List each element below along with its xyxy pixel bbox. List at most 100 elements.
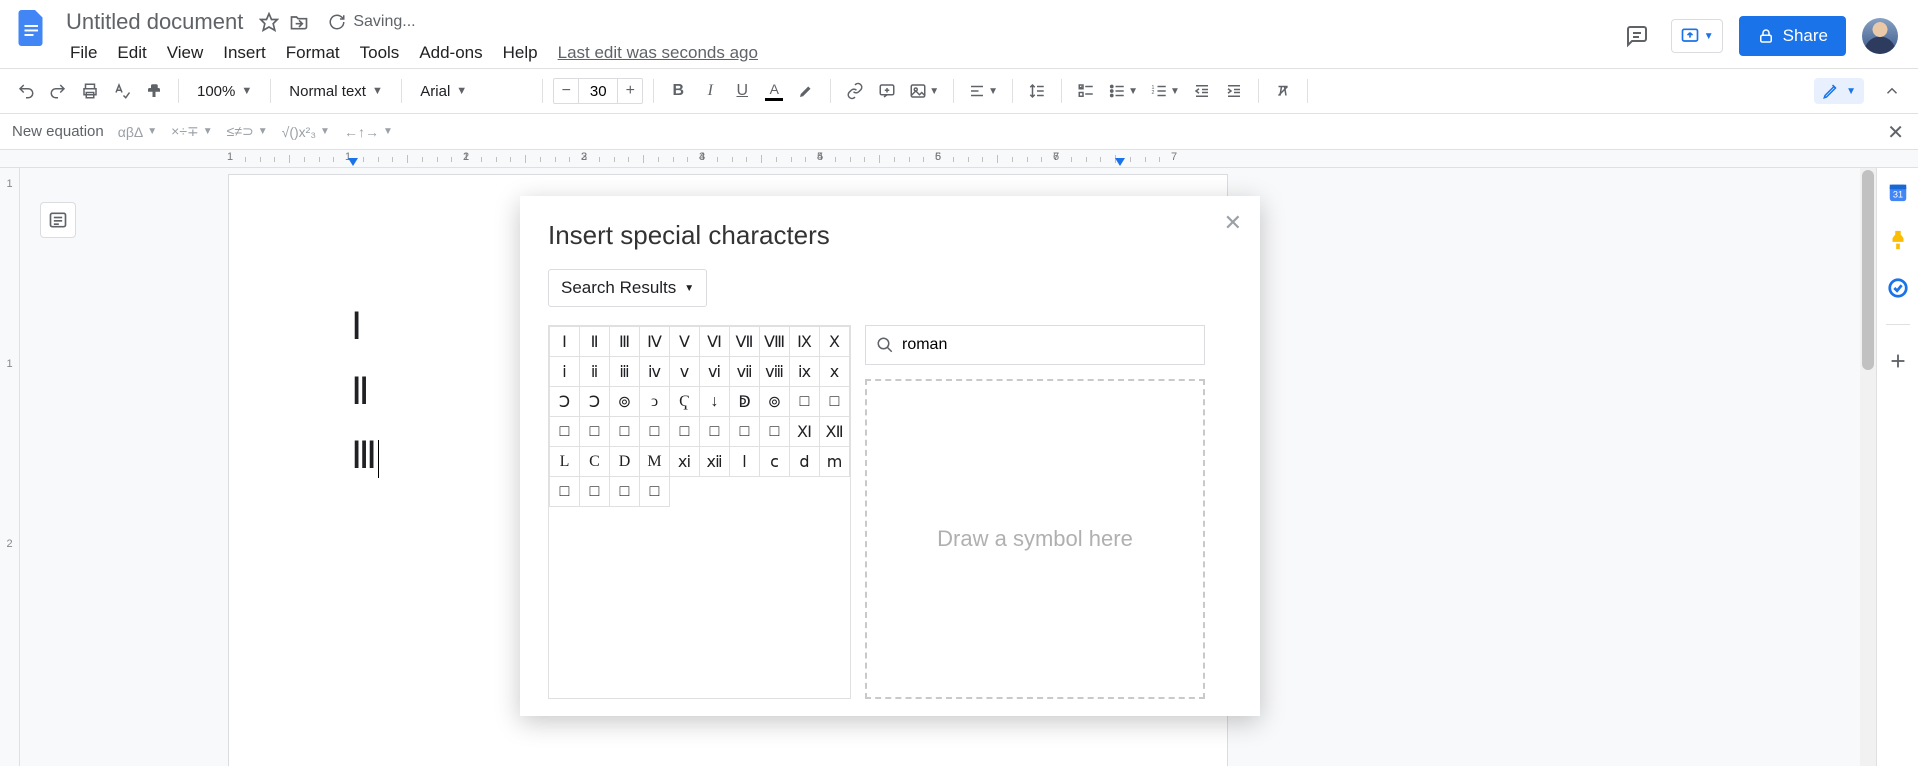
close-dialog-button[interactable]: ✕ [1224,210,1242,236]
keep-icon[interactable] [1886,228,1910,252]
character-cell[interactable]: ⅶ [730,357,760,387]
increase-font-button[interactable]: + [618,82,642,100]
character-cell[interactable]: □ [640,417,670,447]
link-button[interactable] [841,77,869,105]
style-select[interactable]: Normal text▼ [281,77,391,105]
character-cell[interactable]: □ [730,417,760,447]
character-cell[interactable]: ⅺ [670,447,700,477]
character-cell[interactable]: ⅰ [550,357,580,387]
vertical-scrollbar[interactable] [1860,168,1876,766]
character-cell[interactable]: Ⅹ [820,327,850,357]
paint-format-button[interactable] [140,77,168,105]
eq-relations-button[interactable]: ≤≠⊃▼ [227,123,268,140]
character-cell[interactable]: □ [580,417,610,447]
horizontal-ruler[interactable]: 123456711234567 [0,150,1918,168]
vertical-ruler[interactable]: 112 [0,168,20,766]
star-icon[interactable] [259,12,279,32]
text-color-button[interactable]: A [760,77,788,105]
character-cell[interactable]: □ [580,477,610,507]
menu-help[interactable]: Help [493,39,548,67]
character-cell[interactable]: ⅵ [700,357,730,387]
character-cell[interactable]: ⅹ [820,357,850,387]
character-cell[interactable]: Ⅺ [790,417,820,447]
add-icon[interactable] [1886,349,1910,373]
underline-button[interactable]: U [728,77,756,105]
move-icon[interactable] [289,12,309,32]
document-title[interactable]: Untitled document [60,7,249,37]
character-cell[interactable]: Ҁ [670,387,700,417]
character-cell[interactable]: Ⅴ [670,327,700,357]
decrease-indent-button[interactable] [1188,77,1216,105]
eq-math-button[interactable]: √()x²₃▼ [282,124,330,140]
character-cell[interactable]: □ [610,477,640,507]
character-cell[interactable]: ⅴ [670,357,700,387]
collapse-toolbar-button[interactable] [1878,77,1906,105]
character-cell[interactable]: ⅿ [820,447,850,477]
undo-button[interactable] [12,77,40,105]
character-cell[interactable]: Ↄ [580,387,610,417]
font-select[interactable]: Arial▼ [412,77,532,105]
character-cell[interactable]: Ⅸ [790,327,820,357]
comment-button[interactable] [873,77,901,105]
character-cell[interactable]: □ [640,477,670,507]
character-cell[interactable]: ⅸ [790,357,820,387]
draw-symbol-area[interactable]: Draw a symbol here [865,379,1205,699]
character-cell[interactable]: ↓ [700,387,730,417]
category-select[interactable]: Search Results ▼ [548,269,707,307]
character-cell[interactable]: □ [610,417,640,447]
character-cell[interactable]: Ⅷ [760,327,790,357]
character-cell[interactable]: M [640,447,670,477]
italic-button[interactable]: I [696,77,724,105]
align-button[interactable]: ▼ [964,77,1002,105]
menu-view[interactable]: View [157,39,214,67]
eq-arrows-button[interactable]: ←↑→▼ [344,124,393,140]
new-equation-button[interactable]: New equation [12,123,104,140]
checklist-button[interactable] [1072,77,1100,105]
character-cell[interactable]: Ⅲ [610,327,640,357]
character-cell[interactable]: □ [700,417,730,447]
character-cell[interactable]: □ [820,387,850,417]
account-avatar[interactable] [1862,18,1898,54]
share-button[interactable]: Share [1739,16,1846,56]
eq-operators-button[interactable]: ×÷∓▼ [171,123,213,140]
docs-logo[interactable] [10,6,54,50]
bold-button[interactable]: B [664,77,692,105]
menu-tools[interactable]: Tools [350,39,410,67]
character-cell[interactable]: ⅱ [580,357,610,387]
bulleted-list-button[interactable]: ▼ [1104,77,1142,105]
character-cell[interactable]: □ [550,417,580,447]
character-cell[interactable]: D [610,447,640,477]
character-cell[interactable]: □ [760,417,790,447]
character-cell[interactable]: L [550,447,580,477]
character-cell[interactable]: Ⅳ [640,327,670,357]
character-cell[interactable]: Ⅱ [580,327,610,357]
character-cell[interactable]: □ [790,387,820,417]
outline-toggle-button[interactable] [40,202,76,238]
increase-indent-button[interactable] [1220,77,1248,105]
character-cell[interactable]: ⅳ [640,357,670,387]
present-button[interactable]: ▼ [1671,19,1723,53]
menu-insert[interactable]: Insert [213,39,276,67]
zoom-select[interactable]: 100%▼ [189,77,260,105]
character-cell[interactable]: C [580,447,610,477]
tasks-icon[interactable] [1886,276,1910,300]
close-equation-bar-button[interactable]: ✕ [1887,120,1904,145]
clear-format-button[interactable] [1269,77,1297,105]
character-cell[interactable]: □ [550,477,580,507]
indent-marker[interactable] [348,158,358,166]
editing-mode-button[interactable]: ▼ [1814,78,1864,104]
character-cell[interactable]: Ⅶ [730,327,760,357]
comments-icon[interactable] [1619,18,1655,54]
numbered-list-button[interactable]: 12▼ [1146,77,1184,105]
character-cell[interactable]: ↄ [640,387,670,417]
image-button[interactable]: ▼ [905,77,943,105]
character-search-input[interactable] [902,336,1194,354]
font-size-input[interactable] [578,79,618,103]
highlight-button[interactable] [792,77,820,105]
eq-greek-button[interactable]: αβΔ▼ [118,124,157,140]
last-edit-link[interactable]: Last edit was seconds ago [558,43,758,63]
character-cell[interactable]: Ⅰ [550,327,580,357]
menu-addons[interactable]: Add-ons [409,39,492,67]
character-cell[interactable]: ⊚ [610,387,640,417]
right-margin-marker[interactable] [1115,158,1125,166]
